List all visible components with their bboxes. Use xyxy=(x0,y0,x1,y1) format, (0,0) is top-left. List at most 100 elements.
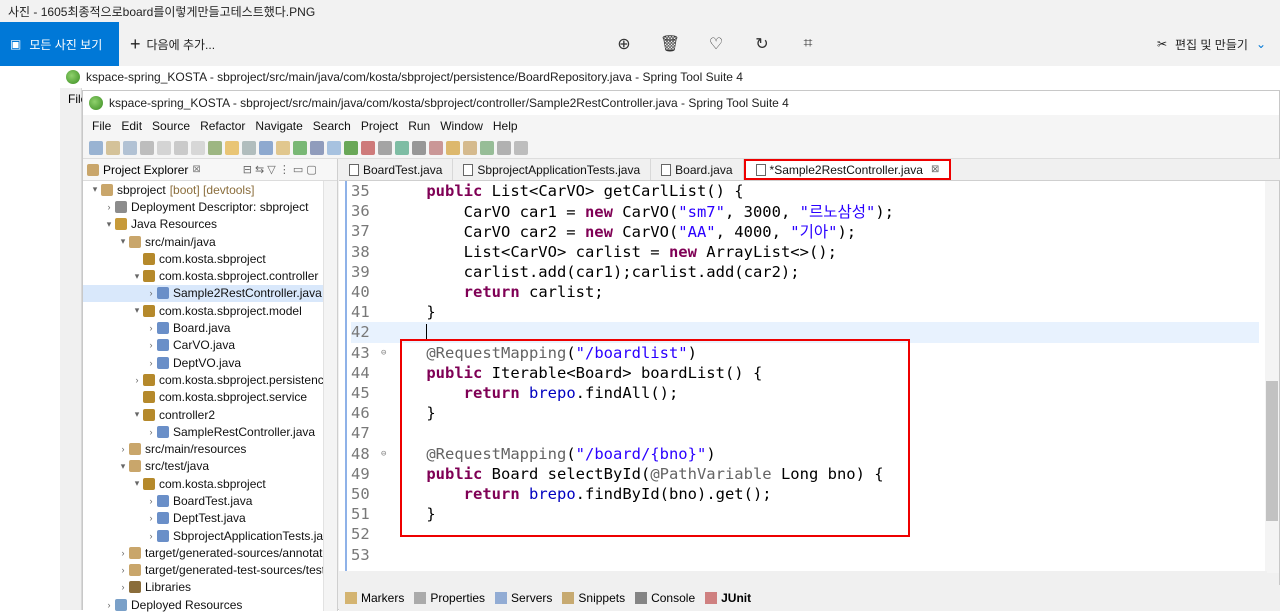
chevron-right-icon[interactable]: › xyxy=(145,358,157,368)
close-icon[interactable]: ⊠ xyxy=(931,164,939,175)
editor-horizontal-scrollbar[interactable] xyxy=(339,571,1267,585)
toolbar-icon[interactable] xyxy=(276,140,290,155)
editor-vertical-scrollbar[interactable] xyxy=(1265,181,1279,573)
fold-icon[interactable]: ⊖ xyxy=(381,348,389,358)
chevron-right-icon[interactable]: › xyxy=(117,548,129,558)
code-line[interactable]: 41 } xyxy=(351,302,436,322)
toolbar-icon[interactable] xyxy=(208,140,222,155)
toolbar-icon[interactable] xyxy=(480,140,494,155)
tree-item[interactable]: › DeptVO.java xyxy=(83,354,337,371)
toolbar-icon[interactable] xyxy=(123,140,137,155)
toolbar-icon[interactable] xyxy=(463,140,477,155)
code-line[interactable]: 38 List<CarVO> carlist = new ArrayList<>… xyxy=(351,242,837,262)
chevron-down-icon[interactable]: ▾ xyxy=(131,271,143,282)
tree-item[interactable]: › com.kosta.sbproject.persistence xyxy=(83,371,337,388)
tree-item[interactable]: › BoardTest.java xyxy=(83,492,337,509)
code-line[interactable]: 42 xyxy=(351,322,1259,343)
tree-item[interactable]: ▾ com.kosta.sbproject xyxy=(83,475,337,492)
tree-item[interactable]: › Deployed Resources xyxy=(83,596,337,613)
menu-run[interactable]: Run xyxy=(403,119,435,133)
chevron-right-icon[interactable]: › xyxy=(131,375,143,385)
code-line[interactable]: 48 ⊖ @RequestMapping("/board/{bno}") xyxy=(351,444,716,464)
menu-window[interactable]: Window xyxy=(435,119,488,133)
toolbar-icon[interactable] xyxy=(259,140,273,155)
scrollbar-thumb[interactable] xyxy=(1266,381,1278,521)
chevron-down-icon[interactable]: ▾ xyxy=(89,184,101,195)
tree-item[interactable]: › target/generated-sources/annotati xyxy=(83,544,337,561)
tree-item[interactable]: › src/main/resources xyxy=(83,440,337,457)
menu-edit[interactable]: Edit xyxy=(116,119,147,133)
toolbar-icon[interactable] xyxy=(140,140,154,155)
tree-item[interactable]: ▾ src/test/java xyxy=(83,458,337,475)
menu-search[interactable]: Search xyxy=(308,119,356,133)
code-line[interactable]: 52 xyxy=(351,524,389,544)
bottom-tab-markers[interactable]: Markers xyxy=(345,591,404,605)
chevron-down-icon[interactable]: ▾ xyxy=(117,461,129,472)
editor-tab[interactable]: SbprojectApplicationTests.java xyxy=(453,159,652,180)
toolbar-icon[interactable] xyxy=(106,140,120,155)
tree-item[interactable]: com.kosta.sbproject xyxy=(83,250,337,267)
chevron-down-icon[interactable]: ▾ xyxy=(103,219,115,230)
chevron-down-icon[interactable]: ▾ xyxy=(117,236,129,247)
chevron-down-icon[interactable]: ▾ xyxy=(131,409,143,420)
edit-create-button[interactable]: ✂ 편집 및 만들기 ⌄ xyxy=(1157,22,1266,66)
all-photos-button[interactable]: ▣ 모든 사진 보기 xyxy=(0,22,119,66)
close-icon[interactable]: ⊠ xyxy=(192,164,200,175)
crop-icon[interactable]: ⌗ xyxy=(796,32,820,56)
chevron-right-icon[interactable]: › xyxy=(145,340,157,350)
tree-item[interactable]: ▾ Java Resources xyxy=(83,216,337,233)
project-explorer-tab[interactable]: Project Explorer ⊠ ⊟ ⇆ ▽ ⋮ ▭ ▢ xyxy=(83,159,337,181)
editor-tab[interactable]: *Sample2RestController.java ⊠ xyxy=(743,159,952,180)
tree-item[interactable]: ▾ sbproject [boot] [devtools] xyxy=(83,181,337,198)
tree-item[interactable]: ▾ controller2 xyxy=(83,406,337,423)
code-line[interactable]: 45 return brepo.findAll(); xyxy=(351,383,678,403)
chevron-right-icon[interactable]: › xyxy=(117,582,129,592)
favorite-icon[interactable]: ♡ xyxy=(704,32,728,56)
code-line[interactable]: 50 return brepo.findById(bno).get(); xyxy=(351,484,772,504)
tree-item[interactable]: › SbprojectApplicationTests.jav xyxy=(83,527,337,544)
code-line[interactable]: 40 return carlist; xyxy=(351,282,604,302)
toolbar-icon[interactable] xyxy=(412,140,426,155)
toolbar-icon[interactable] xyxy=(361,140,375,155)
toolbar-icon[interactable] xyxy=(225,140,239,155)
toolbar-icon[interactable] xyxy=(191,140,205,155)
explorer-scrollbar[interactable] xyxy=(323,181,337,611)
tree-item[interactable]: › CarVO.java xyxy=(83,337,337,354)
code-editor[interactable]: 35 public List<CarVO> getCarlList() {36 … xyxy=(339,181,1267,571)
tree-item[interactable]: › Deployment Descriptor: sbproject xyxy=(83,198,337,215)
chevron-down-icon[interactable]: ▾ xyxy=(131,305,143,316)
toolbar-icon[interactable] xyxy=(310,140,324,155)
chevron-right-icon[interactable]: › xyxy=(145,288,157,298)
code-line[interactable]: 39 carlist.add(car1);carlist.add(car2); xyxy=(351,262,800,282)
toolbar-icon[interactable] xyxy=(429,140,443,155)
code-line[interactable]: 53 xyxy=(351,545,389,565)
bottom-tab-junit[interactable]: JUnit xyxy=(705,591,751,605)
editor-tab[interactable]: Board.java xyxy=(651,159,744,180)
delete-icon[interactable]: 🗑 xyxy=(658,32,682,56)
menu-project[interactable]: Project xyxy=(356,119,403,133)
view-menu-icons[interactable]: ⊟ ⇆ ▽ ⋮ ▭ ▢ xyxy=(243,163,317,176)
code-line[interactable]: 43 ⊖ @RequestMapping("/boardlist") xyxy=(351,343,697,363)
menu-source[interactable]: Source xyxy=(147,119,195,133)
toolbar-icon[interactable] xyxy=(174,140,188,155)
menu-file[interactable]: File xyxy=(87,119,116,133)
toolbar-icon[interactable] xyxy=(242,140,256,155)
chevron-right-icon[interactable]: › xyxy=(117,565,129,575)
tree-item[interactable]: › Sample2RestController.java xyxy=(83,284,337,303)
tree-item[interactable]: › DeptTest.java xyxy=(83,510,337,527)
toolbar-icon[interactable] xyxy=(514,140,528,155)
chevron-right-icon[interactable]: › xyxy=(117,444,129,454)
chevron-right-icon[interactable]: › xyxy=(103,202,115,212)
code-line[interactable]: 44 public Iterable<Board> boardList() { xyxy=(351,363,762,383)
menu-refactor[interactable]: Refactor xyxy=(195,119,250,133)
chevron-down-icon[interactable]: ▾ xyxy=(131,478,143,489)
tree-item[interactable]: com.kosta.sbproject.service xyxy=(83,389,337,406)
toolbar-icon[interactable] xyxy=(89,140,103,155)
toolbar-icon[interactable] xyxy=(344,140,358,155)
add-to-button[interactable]: + 다음에 추가... xyxy=(130,22,215,66)
tree-item[interactable]: ▾ com.kosta.sbproject.model xyxy=(83,302,337,319)
code-line[interactable]: 36 CarVO car1 = new CarVO("sm7", 3000, "… xyxy=(351,201,894,221)
code-line[interactable]: 47 xyxy=(351,423,389,443)
chevron-right-icon[interactable]: › xyxy=(145,323,157,333)
menu-navigate[interactable]: Navigate xyxy=(250,119,307,133)
